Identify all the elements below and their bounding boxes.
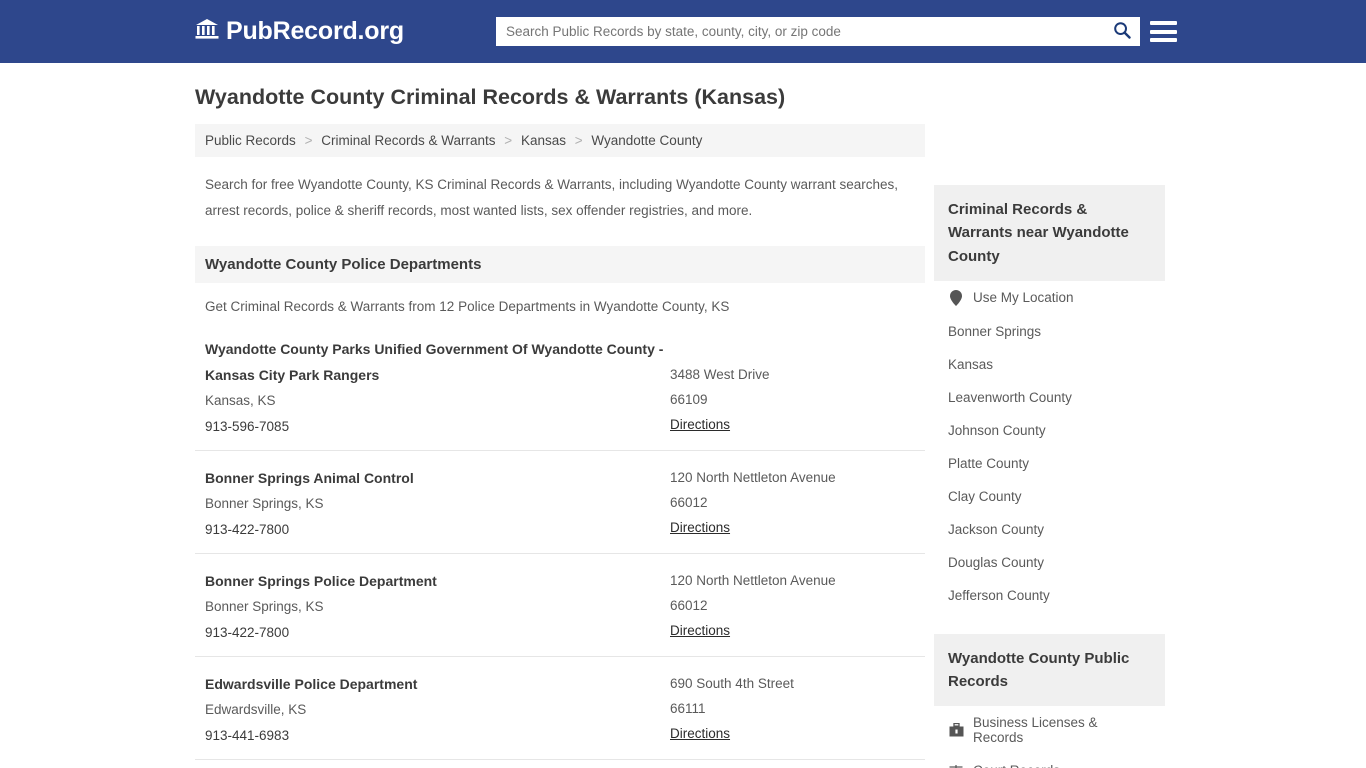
directions-link[interactable]: Directions bbox=[670, 618, 730, 644]
sidebar-nearby-item[interactable]: Bonner Springs bbox=[934, 315, 1165, 348]
intro-text: Search for free Wyandotte County, KS Cri… bbox=[205, 176, 899, 218]
breadcrumb-separator: > bbox=[304, 132, 313, 148]
sidebar-nearby-label[interactable]: Clay County bbox=[948, 489, 1022, 504]
sidebar-nearby-item[interactable]: Jackson County bbox=[934, 513, 1165, 546]
listing-left-column: Edwardsville Police Department Edwardsvil… bbox=[205, 671, 670, 749]
search-icon bbox=[1113, 21, 1131, 42]
main-content: Wyandotte County Criminal Records & Warr… bbox=[195, 85, 925, 768]
listing-address: 120 North Nettleton Avenue bbox=[670, 469, 836, 485]
breadcrumb-item-criminal-records[interactable]: Criminal Records & Warrants bbox=[321, 133, 495, 148]
listing-row: Bonner Springs Police Department Bonner S… bbox=[195, 568, 925, 657]
breadcrumb-separator: > bbox=[574, 132, 583, 148]
search-bar bbox=[496, 17, 1140, 46]
sidebar-nearby-label[interactable]: Bonner Springs bbox=[948, 324, 1041, 339]
listing-left-column: Wyandotte County Parks Unified Governmen… bbox=[205, 336, 670, 440]
sidebar: Criminal Records & Warrants near Wyandot… bbox=[934, 185, 1165, 768]
hamburger-menu-icon[interactable] bbox=[1150, 18, 1177, 45]
listing-phone[interactable]: 913-441-6983 bbox=[205, 723, 670, 749]
sidebar-nearby-item[interactable]: Clay County bbox=[934, 480, 1165, 513]
breadcrumb: Public Records > Criminal Records & Warr… bbox=[195, 123, 925, 157]
sidebar-public-records-list: Business Licenses & Records Court Records… bbox=[934, 706, 1165, 768]
sidebar-nearby-label[interactable]: Use My Location bbox=[973, 290, 1074, 305]
listing-address: 3488 West Drive bbox=[670, 366, 770, 382]
sidebar-nearby-label[interactable]: Johnson County bbox=[948, 423, 1046, 438]
listing-address: 690 South 4th Street bbox=[670, 675, 794, 691]
sidebar-nearby-list: Use My Location Bonner Springs Kansas Leave… bbox=[934, 281, 1165, 612]
site-logo[interactable]: PubRecord.org bbox=[195, 18, 404, 45]
listing-left-column: Bonner Springs Animal Control Bonner Spri… bbox=[205, 465, 670, 543]
sidebar-nearby-item[interactable]: Douglas County bbox=[934, 546, 1165, 579]
sidebar-nearby-item[interactable]: Platte County bbox=[934, 447, 1165, 480]
sidebar-nearby-item[interactable]: Jefferson County bbox=[934, 579, 1165, 612]
listing-phone[interactable]: 913-596-7085 bbox=[205, 414, 670, 440]
sidebar-records-label[interactable]: Business Licenses & Records bbox=[973, 715, 1151, 745]
listing-left-column: Bonner Springs Police Department Bonner S… bbox=[205, 568, 670, 646]
directions-link[interactable]: Directions bbox=[670, 721, 730, 747]
breadcrumb-separator: > bbox=[504, 132, 513, 148]
sidebar-nearby-label[interactable]: Leavenworth County bbox=[948, 390, 1072, 405]
sidebar-public-records-heading: Wyandotte County Public Records bbox=[934, 633, 1165, 707]
bank-building-icon bbox=[195, 18, 219, 45]
sidebar-nearby-heading: Criminal Records & Warrants near Wyandot… bbox=[934, 185, 1165, 281]
page-title: Wyandotte County Criminal Records & Warr… bbox=[195, 85, 786, 109]
listing-name: Edwardsville Police Department bbox=[205, 675, 418, 692]
site-logo-text: PubRecord.org bbox=[226, 17, 404, 45]
sidebar-nearby-item[interactable]: Johnson County bbox=[934, 414, 1165, 447]
listing-right-column: 690 South 4th Street 66111 Directions bbox=[670, 671, 915, 749]
listing-row: Bonner Springs Animal Control Bonner Spri… bbox=[195, 465, 925, 554]
sidebar-nearby-item[interactable]: Leavenworth County bbox=[934, 381, 1165, 414]
listing-zip: 66111 bbox=[670, 700, 706, 716]
listing-name: Bonner Springs Police Department bbox=[205, 572, 437, 589]
listing-right-column: 120 North Nettleton Avenue 66012 Direction… bbox=[670, 568, 915, 646]
breadcrumb-item-wyandotte-county[interactable]: Wyandotte County bbox=[591, 133, 702, 148]
listing-right-column: 3488 West Drive 66109 Directions bbox=[670, 336, 915, 440]
sidebar-nearby-label[interactable]: Kansas bbox=[948, 357, 993, 372]
scales-of-justice-icon bbox=[948, 764, 964, 768]
listing-right-column: 120 North Nettleton Avenue 66012 Direction… bbox=[670, 465, 915, 543]
listing-city-state: Edwardsville, KS bbox=[205, 701, 307, 717]
sidebar-nearby-label[interactable]: Jefferson County bbox=[948, 588, 1050, 603]
listing-zip: 66012 bbox=[670, 495, 708, 510]
listing-phone[interactable]: 913-422-7800 bbox=[205, 620, 670, 646]
listing-name: Wyandotte County Parks Unified Governmen… bbox=[205, 340, 664, 383]
listing-name: Bonner Springs Animal Control bbox=[205, 469, 414, 486]
listing-row: Wyandotte County Parks Unified Governmen… bbox=[195, 336, 925, 451]
directions-link[interactable]: Directions bbox=[670, 515, 730, 541]
map-pin-icon bbox=[948, 289, 964, 306]
breadcrumb-item-kansas[interactable]: Kansas bbox=[521, 133, 566, 148]
section-subtext: Get Criminal Records & Warrants from 12 … bbox=[205, 298, 730, 314]
listing-zip: 66012 bbox=[670, 597, 708, 613]
sidebar-records-item[interactable]: Business Licenses & Records bbox=[934, 706, 1165, 754]
briefcase-icon bbox=[948, 723, 964, 737]
listing-zip: 66109 bbox=[670, 392, 708, 408]
listing-city-state: Bonner Springs, KS bbox=[205, 495, 324, 511]
site-header: PubRecord.org bbox=[0, 0, 1366, 63]
directions-link[interactable]: Directions bbox=[670, 412, 730, 438]
listing-city-state: Kansas, KS bbox=[205, 392, 276, 408]
sidebar-records-label[interactable]: Court Records bbox=[973, 763, 1060, 768]
sidebar-records-item[interactable]: Court Records bbox=[934, 754, 1165, 768]
listing-city-state: Bonner Springs, KS bbox=[205, 598, 324, 614]
sidebar-nearby-label[interactable]: Douglas County bbox=[948, 555, 1044, 570]
section-heading: Wyandotte County Police Departments bbox=[195, 245, 925, 283]
listing-address: 120 North Nettleton Avenue bbox=[670, 572, 836, 588]
listing-row: Edwardsville Police Department Edwardsvil… bbox=[195, 671, 925, 760]
listing-phone[interactable]: 913-422-7800 bbox=[205, 517, 670, 543]
sidebar-nearby-item[interactable]: Use My Location bbox=[934, 281, 1165, 315]
search-button[interactable] bbox=[1104, 17, 1140, 46]
listings-container: Wyandotte County Parks Unified Governmen… bbox=[195, 336, 925, 768]
search-input[interactable] bbox=[496, 18, 1104, 45]
sidebar-nearby-label[interactable]: Platte County bbox=[948, 456, 1029, 471]
sidebar-nearby-item[interactable]: Kansas bbox=[934, 348, 1165, 381]
sidebar-nearby-label[interactable]: Jackson County bbox=[948, 522, 1044, 537]
breadcrumb-item-public-records[interactable]: Public Records bbox=[205, 133, 296, 148]
